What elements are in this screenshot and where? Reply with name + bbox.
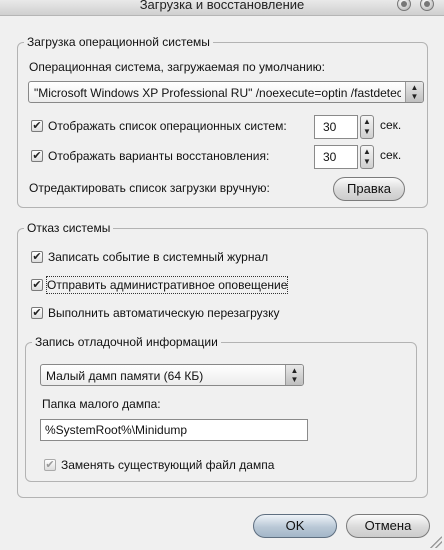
select-arrows-icon[interactable]: ▲ ▼: [285, 365, 303, 385]
show-os-list-checkbox[interactable]: ✔: [31, 120, 43, 132]
show-os-list-label: Отображать список операционных систем:: [48, 119, 287, 133]
check-icon: ✔: [32, 307, 42, 319]
startup-group-legend: Загрузка операционной системы: [24, 35, 213, 49]
overwrite-dump-checkbox[interactable]: ✔: [44, 459, 56, 471]
default-os-label: Операционная система, загружаемая по умо…: [29, 60, 325, 74]
dump-folder-label: Папка малого дампа:: [42, 397, 161, 411]
show-recovery-label: Отображать варианты восстановления:: [48, 149, 270, 163]
dump-type-select[interactable]: Малый дамп памяти (64 КБ) ▲ ▼: [40, 364, 304, 386]
show-recovery-stepper-icon[interactable]: ▲ ▼: [360, 145, 374, 169]
show-recovery-seconds-input[interactable]: 30: [314, 145, 358, 169]
startup-group: Загрузка операционной системы Операционн…: [17, 35, 428, 208]
send-alert-checkbox[interactable]: ✔: [31, 279, 43, 291]
default-os-select[interactable]: "Microsoft Windows XP Professional RU" /…: [28, 81, 424, 103]
dump-folder-input[interactable]: %SystemRoot%\Minidump: [40, 419, 308, 441]
write-event-label: Записать событие в системный журнал: [48, 250, 269, 264]
check-icon: ✔: [45, 459, 55, 471]
seconds-unit-label: сек.: [380, 148, 402, 162]
check-icon: ✔: [32, 150, 42, 162]
show-recovery-checkbox[interactable]: ✔: [31, 150, 43, 162]
debug-group: Запись отладочной информации Малый дамп …: [25, 335, 417, 482]
default-os-value: "Microsoft Windows XP Professional RU" /…: [34, 86, 401, 100]
window-title: Загрузка и восстановление: [139, 0, 305, 12]
debug-group-legend: Запись отладочной информации: [32, 335, 221, 349]
failure-group: Отказ системы ✔ Записать событие в систе…: [17, 221, 428, 498]
title-bar[interactable]: Загрузка и восстановление: [0, 0, 444, 16]
show-os-list-seconds-input[interactable]: 30: [314, 115, 358, 139]
dump-type-value: Малый дамп памяти (64 КБ): [46, 369, 204, 383]
select-arrows-icon[interactable]: ▲ ▼: [405, 82, 423, 102]
cancel-button[interactable]: Отмена: [346, 514, 430, 538]
resize-grip-icon[interactable]: [430, 536, 442, 548]
overwrite-dump-label: Заменять существующий файл дампа: [61, 458, 275, 472]
write-event-checkbox[interactable]: ✔: [31, 251, 43, 263]
auto-restart-checkbox[interactable]: ✔: [31, 307, 43, 319]
check-icon: ✔: [32, 279, 42, 291]
check-icon: ✔: [32, 251, 42, 263]
show-os-list-stepper-icon[interactable]: ▲ ▼: [360, 115, 374, 139]
auto-restart-label: Выполнить автоматическую перезагрузку: [48, 306, 280, 320]
edit-button[interactable]: Правка: [333, 177, 405, 201]
edit-list-label: Отредактировать список загрузки вручную:: [29, 181, 270, 195]
failure-group-legend: Отказ системы: [24, 221, 114, 235]
check-icon: ✔: [32, 120, 42, 132]
seconds-unit-label: сек.: [380, 118, 402, 132]
ok-button[interactable]: OK: [253, 514, 337, 538]
send-alert-label: Отправить административное оповещение: [45, 276, 289, 294]
